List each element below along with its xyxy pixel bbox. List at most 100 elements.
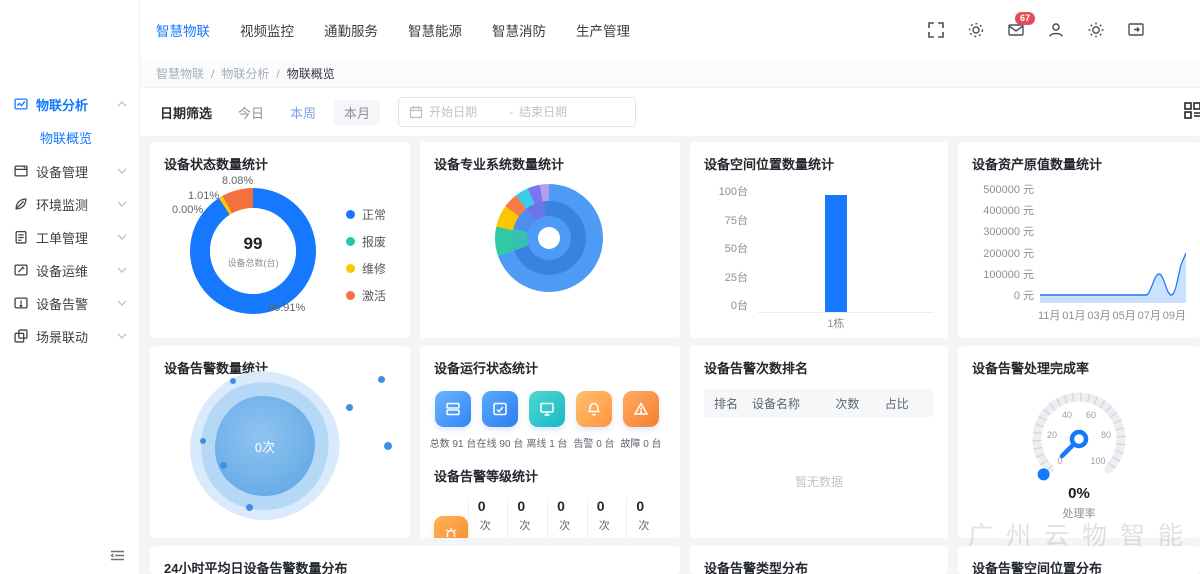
card-title: 设备运行状态统计 <box>434 358 666 377</box>
level-minor: 0次 轻微 <box>587 498 627 538</box>
card-title: 设备告警次数排名 <box>704 358 934 377</box>
donut-center: 99 设备总数(台) <box>190 188 316 314</box>
tab-smart-energy[interactable]: 智慧能源 <box>408 20 462 40</box>
svg-text:60: 60 <box>1086 410 1096 420</box>
card-professional-system: 设备专业系统数量统计 <box>420 142 680 338</box>
card-title: 设备告警处理完成率 <box>972 358 1186 377</box>
legend-item-active[interactable]: 激活 <box>346 287 386 304</box>
sidebar-item-iot-analysis[interactable]: 物联分析 <box>0 89 139 119</box>
siren-icon <box>434 516 468 539</box>
wrench-icon <box>14 263 28 277</box>
card-hourly-alarm-distribution: 24小时平均日设备告警数量分布 <box>150 546 680 574</box>
tab-smart-fire[interactable]: 智慧消防 <box>492 20 546 40</box>
sidebar-item-work-order[interactable]: 工单管理 <box>0 222 139 252</box>
total-icon <box>435 391 471 427</box>
card-device-status: 设备状态数量统计 99 设备总数(台) 8.08% 1.01% 0.00% 90… <box>150 142 410 338</box>
alarm-icon <box>576 391 612 427</box>
chevron-down-icon <box>117 267 127 273</box>
theme-sun-icon[interactable] <box>1087 21 1105 39</box>
legend-item-scrap[interactable]: 报废 <box>346 233 386 250</box>
breadcrumb-current: 物联概览 <box>287 65 335 82</box>
filter-bar: 日期筛选 今日 本周 本月 - <box>140 88 1200 136</box>
quick-filter-week[interactable]: 本周 <box>290 103 316 122</box>
stat-total: 总数 91 台 <box>434 391 472 450</box>
sidebar-item-device-ops[interactable]: 设备运维 <box>0 255 139 285</box>
sidebar: 物联分析 物联概览 设备管理 环境监测 工单管理 设备运维 设备告警 <box>0 0 140 574</box>
device-icon <box>14 164 28 178</box>
fullscreen-icon[interactable] <box>927 21 945 39</box>
tab-smart-iot[interactable]: 智慧物联 <box>156 20 210 40</box>
start-date-input[interactable] <box>429 105 503 119</box>
card-alarm-ranking: 设备告警次数排名 排名 设备名称 次数 占比 暂无数据 <box>690 346 948 538</box>
chevron-down-icon <box>117 333 127 339</box>
date-range-picker[interactable]: - <box>398 97 636 127</box>
card-title: 设备资产原值数量统计 <box>972 154 1186 173</box>
grid-view-toggle-icon[interactable] <box>1183 101 1200 121</box>
svg-text:100: 100 <box>1090 456 1105 466</box>
x-tick-label: 1栋 <box>825 315 847 331</box>
breadcrumb-item[interactable]: 物联分析 <box>221 65 269 82</box>
chevron-down-icon <box>117 201 127 207</box>
sidebar-item-scene-linkage[interactable]: 场景联动 <box>0 321 139 351</box>
sidebar-item-device-management[interactable]: 设备管理 <box>0 156 139 186</box>
alarm-level-title: 设备告警等级统计 <box>434 466 666 485</box>
stat-online: 在线 90 台 <box>481 391 519 450</box>
chevron-down-icon <box>117 300 127 306</box>
card-asset-value: 设备资产原值数量统计 500000 元400000 元300000 元20000… <box>958 142 1200 338</box>
running-status-tiles: 总数 91 台 在线 90 台 离线 1 台 告警 0 台 故障 0 台 <box>434 391 666 450</box>
top-navigation: 智慧物联 视频监控 通勤服务 智慧能源 智慧消防 生产管理 67 <box>140 0 1200 60</box>
main-area: 智慧物联 视频监控 通勤服务 智慧能源 智慧消防 生产管理 67 <box>140 0 1200 574</box>
screen-exit-icon[interactable] <box>1127 21 1145 39</box>
stat-offline: 离线 1 台 <box>528 391 566 450</box>
bar-building-1 <box>825 195 847 312</box>
legend-item-normal[interactable]: 正常 <box>346 206 386 223</box>
card-title: 设备专业系统数量统计 <box>434 154 666 173</box>
level-hint: 0次 提示 <box>626 498 666 538</box>
clipboard-icon <box>14 230 28 244</box>
gauge-start-dot <box>1038 468 1050 480</box>
sidebar-item-device-alarm[interactable]: 设备告警 <box>0 288 139 318</box>
tab-video-monitoring[interactable]: 视频监控 <box>240 20 294 40</box>
card-alarm-type-distribution: 设备告警类型分布 <box>690 546 948 574</box>
breadcrumb-item[interactable]: 智慧物联 <box>156 65 204 82</box>
offline-icon <box>529 391 565 427</box>
calendar-icon <box>409 105 423 119</box>
level-general: 0次 一般 <box>547 498 587 538</box>
card-title: 设备状态数量统计 <box>164 154 396 173</box>
sidebar-subitem-iot-overview[interactable]: 物联概览 <box>0 122 139 152</box>
svg-text:40: 40 <box>1062 410 1072 420</box>
card-completion-rate: 设备告警处理完成率 0 20 40 60 80 100 0% 处理率 <box>958 346 1200 538</box>
leaf-icon <box>14 197 28 211</box>
breadcrumb: 智慧物联 / 物联分析 / 物联概览 <box>140 60 1200 88</box>
liquid-value: 0次 <box>255 437 275 456</box>
chevron-down-icon <box>117 234 127 240</box>
sidebar-item-environment-monitoring[interactable]: 环境监测 <box>0 189 139 219</box>
online-icon <box>482 391 518 427</box>
gauge-label: 处理率 <box>1063 505 1096 521</box>
alert-icon <box>14 296 28 310</box>
tab-commute-service[interactable]: 通勤服务 <box>324 20 378 40</box>
user-icon[interactable] <box>1047 21 1065 39</box>
table-header: 排名 设备名称 次数 占比 <box>704 389 934 417</box>
dashboard-grid: 设备状态数量统计 99 设备总数(台) 8.08% 1.01% 0.00% 90… <box>140 136 1200 574</box>
date-filter-label: 日期筛选 <box>160 103 212 122</box>
quick-filter-month[interactable]: 本月 <box>334 100 380 125</box>
level-important: 0次 重要 <box>507 498 547 538</box>
end-date-input[interactable] <box>519 105 593 119</box>
quick-filter-today[interactable]: 今日 <box>238 103 264 122</box>
tab-production-management[interactable]: 生产管理 <box>576 20 630 40</box>
card-title: 设备空间位置数量统计 <box>704 154 934 173</box>
card-space-position: 设备空间位置数量统计 100台75台50台25台0台 1栋 <box>690 142 948 338</box>
mail-icon[interactable]: 67 <box>1007 21 1025 39</box>
stat-alarm: 告警 0 台 <box>575 391 613 450</box>
gear-icon[interactable] <box>967 21 985 39</box>
sidebar-collapse-icon[interactable] <box>110 549 125 562</box>
alarm-level-stats: 0次 紧急 0次 重要 0次 一般 0次 轻微 0次 提示 <box>434 498 666 538</box>
card-alarm-space-distribution: 设备告警空间位置分布 <box>958 546 1200 574</box>
fault-icon <box>623 391 659 427</box>
legend-item-repair[interactable]: 维修 <box>346 260 386 277</box>
card-alarm-count: 设备告警数量统计 0次 <box>150 346 410 538</box>
chevron-up-icon <box>117 101 127 107</box>
bar-chart: 100台75台50台25台0台 1栋 <box>704 183 934 313</box>
card-running-status: 设备运行状态统计 总数 91 台 在线 90 台 离线 1 台 告警 0 台 <box>420 346 680 538</box>
